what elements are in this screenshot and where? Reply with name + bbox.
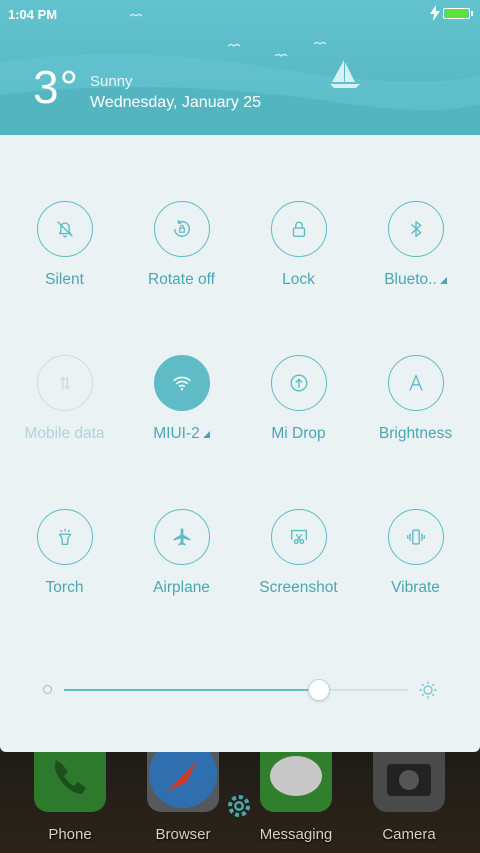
toggle-label: Screenshot bbox=[259, 579, 338, 596]
camera-icon bbox=[373, 752, 445, 812]
battery-icon bbox=[443, 8, 470, 19]
toggle-rotate[interactable]: Rotate off bbox=[123, 201, 240, 289]
screenshot-icon bbox=[270, 509, 327, 565]
toggle-label: Mi Drop bbox=[271, 425, 326, 442]
toggle-label: Brightness bbox=[378, 425, 453, 442]
vibrate-icon bbox=[387, 509, 444, 565]
more-options-triangle-icon[interactable] bbox=[439, 277, 447, 284]
toggle-label: Rotate off bbox=[148, 271, 215, 288]
toggle-label-with-more: Blueto.. bbox=[357, 271, 474, 289]
more-options-triangle-icon[interactable] bbox=[202, 431, 210, 438]
rotate-lock-icon bbox=[153, 201, 210, 257]
weather-header[interactable]: 1:04 PM 3° Sunny Wednesday, January 25 bbox=[0, 0, 480, 135]
bluetooth-icon bbox=[387, 201, 444, 257]
toggle-label: Vibrate bbox=[391, 579, 440, 596]
battery-level-fill bbox=[445, 10, 467, 17]
weather-condition: Sunny bbox=[90, 73, 133, 90]
settings-gear-icon[interactable] bbox=[225, 792, 253, 820]
slider-track-fill bbox=[64, 689, 319, 691]
toggle-torch[interactable]: Torch bbox=[6, 509, 123, 597]
charging-bolt-icon bbox=[430, 5, 440, 21]
toggle-mi-drop[interactable]: Mi Drop bbox=[240, 355, 357, 443]
dock-app-browser[interactable]: Browser bbox=[145, 752, 221, 843]
battery-tip bbox=[471, 11, 473, 16]
toggle-label: Silent bbox=[45, 271, 84, 288]
dock-label: Browser bbox=[155, 826, 211, 843]
quick-settings-panel: Silent Rotate off Lock Blueto.. Mobile d… bbox=[0, 135, 480, 752]
dock-label: Phone bbox=[48, 826, 92, 843]
slider-thumb[interactable] bbox=[307, 679, 330, 701]
toggle-label: Mobile data bbox=[24, 425, 105, 442]
compass-icon bbox=[147, 752, 219, 812]
toggle-label: Lock bbox=[282, 271, 315, 288]
brightness-slider[interactable] bbox=[0, 675, 480, 705]
toggle-label: Airplane bbox=[153, 579, 210, 596]
dock-label: Camera bbox=[382, 826, 436, 843]
brightness-low-icon bbox=[43, 685, 52, 694]
toggle-mobile-data[interactable]: Mobile data bbox=[6, 355, 123, 443]
dock-app-phone[interactable]: Phone bbox=[32, 752, 108, 843]
mi-drop-icon bbox=[270, 355, 327, 411]
toggle-lock[interactable]: Lock bbox=[240, 201, 357, 289]
status-bar: 1:04 PM bbox=[0, 0, 480, 28]
brightness-high-icon bbox=[419, 681, 437, 699]
toggle-wifi[interactable]: MIUI-2 bbox=[123, 355, 240, 443]
toggle-label-with-more: MIUI-2 bbox=[123, 425, 240, 443]
weather-date: Wednesday, January 25 bbox=[90, 94, 262, 111]
toggle-silent[interactable]: Silent bbox=[6, 201, 123, 289]
toggle-auto-brightness[interactable]: Brightness bbox=[357, 355, 474, 443]
toggle-label: Blueto.. bbox=[384, 271, 437, 288]
auto-brightness-icon bbox=[387, 355, 444, 411]
toggle-screenshot[interactable]: Screenshot bbox=[240, 509, 357, 597]
home-screen-background: Phone Browser Messaging Camera bbox=[0, 752, 480, 853]
mobile-data-icon bbox=[36, 355, 93, 411]
dock-label: Messaging bbox=[259, 826, 333, 843]
torch-icon bbox=[36, 509, 93, 565]
toggle-airplane[interactable]: Airplane bbox=[123, 509, 240, 597]
phone-icon bbox=[34, 752, 106, 812]
toggle-label: Torch bbox=[45, 579, 84, 596]
toggle-bluetooth[interactable]: Blueto.. bbox=[357, 201, 474, 289]
toggle-vibrate[interactable]: Vibrate bbox=[357, 509, 474, 597]
lock-icon bbox=[270, 201, 327, 257]
wifi-icon bbox=[153, 355, 210, 411]
airplane-icon bbox=[153, 509, 210, 565]
bell-off-icon bbox=[36, 201, 93, 257]
toggle-label: MIUI-2 bbox=[153, 425, 200, 442]
weather-temperature: 3° bbox=[33, 61, 79, 113]
chat-bubble-icon bbox=[260, 752, 332, 812]
dock-app-camera[interactable]: Camera bbox=[371, 752, 447, 843]
status-time: 1:04 PM bbox=[8, 7, 58, 22]
dock-app-messaging[interactable]: Messaging bbox=[258, 752, 334, 843]
